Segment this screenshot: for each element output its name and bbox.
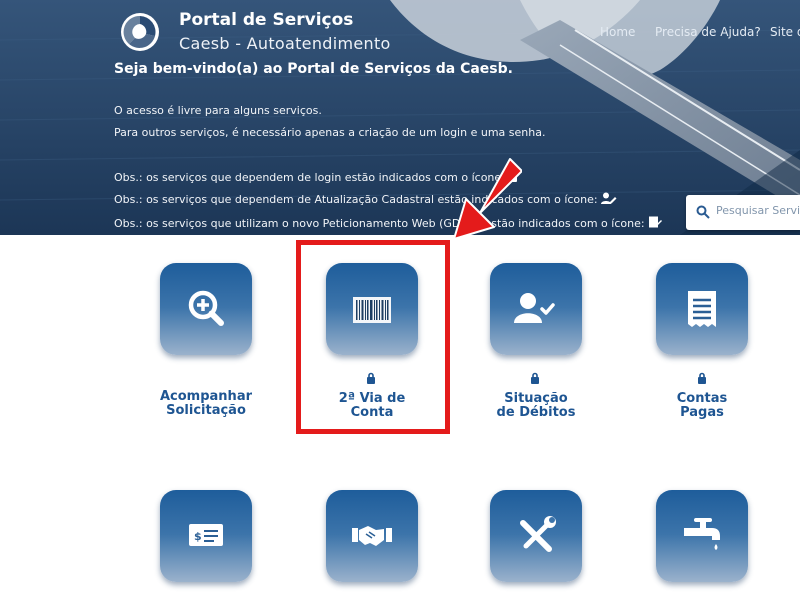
service-label-situacao-debitos[interactable]: Situação de Débitos [466,392,606,420]
nav-help-link[interactable]: Precisa de Ajuda? [655,25,761,39]
search-icon [696,205,710,219]
obs-cadastro: Obs.: os serviços que dependem de Atuali… [114,192,617,206]
label-line-1: Acompanhar [159,389,252,404]
label-line-1: Situação [504,391,568,406]
service-tile-row2-4[interactable] [656,490,748,582]
label-line-2: Pagas [680,405,724,420]
label-line-1: Contas [676,391,728,406]
service-tile-row2-1[interactable]: $ [160,490,252,582]
service-tile-row2-2[interactable] [326,490,418,582]
receipt-icon [688,291,716,327]
magnifier-plus-icon [188,290,224,326]
portal-title: Portal de Serviços [179,10,354,30]
lock-icon [698,372,706,384]
lock-icon [531,372,539,384]
intro-line-2: Para outros serviços, é necessário apena… [114,126,546,139]
welcome-heading: Seja bem-vindo(a) ao Portal de Serviços … [114,61,513,77]
service-tile-acompanhar-solicitacao[interactable] [160,263,252,355]
handshake-icon [352,526,392,546]
user-check-icon [514,293,555,323]
service-search-box[interactable] [686,195,800,230]
service-label-acompanhar-solicitacao[interactable]: Acompanhar Solicitação [136,390,276,418]
intro-line-1: O acesso é livre para alguns serviços. [114,104,322,117]
highlight-frame [296,240,450,434]
service-tile-contas-pagas[interactable] [656,263,748,355]
tools-icon [520,516,556,552]
red-arrow-icon [453,158,522,240]
obs-cadastro-text: Obs.: os serviços que dependem de Atuali… [114,193,598,206]
obs-gdoc: Obs.: os serviços que utilizam o novo Pe… [114,216,663,230]
service-label-contas-pagas[interactable]: Contas Pagas [632,392,772,420]
service-tile-row2-3[interactable] [490,490,582,582]
nav-caesb-site-link[interactable]: Site da Caesb [770,25,800,39]
faucet-icon [684,518,720,550]
user-edit-icon [601,192,617,204]
obs-gdoc-text: Obs.: os serviços que utilizam o novo Pe… [114,217,645,230]
portal-subtitle: Caesb - Autoatendimento [179,34,391,53]
money-check-icon: $ [189,524,223,546]
label-line-2: Solicitação [166,403,246,418]
service-tile-situacao-debitos[interactable] [490,263,582,355]
caesb-logo-icon [121,13,159,51]
nav-home-link[interactable]: Home [600,25,635,39]
hero-banner: Portal de Serviços Caesb - Autoatendimen… [0,0,800,235]
document-edit-icon [649,216,663,228]
label-line-2: de Débitos [496,405,576,420]
search-input[interactable] [716,204,800,217]
svg-text:$: $ [194,530,202,543]
